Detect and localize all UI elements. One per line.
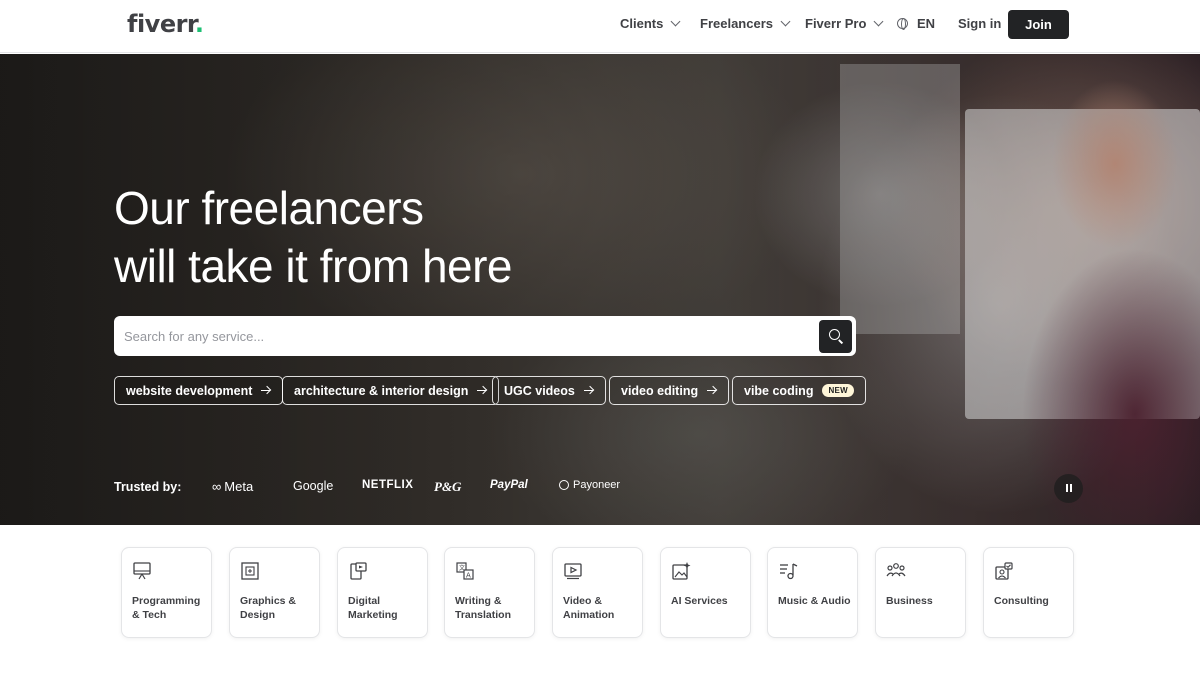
meta-infinity-icon: ∞ (212, 479, 222, 494)
chip-label: video editing (621, 383, 699, 398)
svg-text:文: 文 (459, 564, 465, 572)
search-button[interactable] (819, 320, 852, 353)
category-writing-translation[interactable]: 文 A Writing & Translation (444, 547, 535, 638)
chip-architecture-interior-design[interactable]: architecture & interior design (282, 376, 500, 405)
consulting-icon (995, 562, 1013, 580)
category-label: Video & Animation (563, 595, 615, 621)
nav-freelancers[interactable]: Freelancers (700, 16, 791, 31)
search-input[interactable] (124, 316, 814, 356)
nav-freelancers-label: Freelancers (700, 16, 773, 31)
hero-title: Our freelancers will take it from here (114, 179, 513, 295)
chip-ugc-videos[interactable]: UGC videos (492, 376, 606, 405)
sign-in-label: Sign in (958, 16, 1002, 31)
category-music-audio[interactable]: Music & Audio (767, 547, 858, 638)
category-label: Writing & Translation (455, 595, 512, 621)
category-consulting[interactable]: Consulting (983, 547, 1074, 638)
arrow-right-icon (583, 386, 594, 396)
chip-label: UGC videos (504, 383, 575, 398)
chevron-down-icon (780, 16, 791, 27)
arrow-right-icon (261, 386, 271, 396)
sign-in-link[interactable]: Sign in (958, 16, 1001, 31)
hero-title-line2: will take it from here (114, 240, 513, 292)
chevron-down-icon (670, 16, 681, 27)
trusted-by-label: Trusted by: (114, 480, 182, 494)
nav-fiverr-pro-label: Fiverr Pro (805, 16, 867, 31)
category-graphics-design[interactable]: Graphics & Design (229, 547, 320, 638)
graphics-icon (241, 562, 259, 580)
hero-section: Our freelancers will take it from here w… (0, 54, 1200, 525)
chip-video-editing[interactable]: video editing (609, 376, 730, 405)
top-header: fiverr. Clients Freelancers Fiverr Pro E… (0, 0, 1200, 53)
language-label: EN (917, 16, 936, 31)
pause-video-button[interactable] (1054, 474, 1083, 503)
globe-icon (897, 18, 908, 30)
category-label: Consulting (994, 595, 1049, 607)
new-badge: NEW (822, 384, 855, 397)
business-icon (886, 563, 906, 577)
nav-clients[interactable]: Clients (620, 16, 681, 31)
category-label: Business (886, 595, 933, 607)
category-label: Digital Marketing (348, 595, 398, 621)
brand-paypal: PayPal (490, 479, 528, 491)
chip-label: vibe coding (744, 383, 814, 398)
chevron-down-icon (873, 16, 884, 27)
category-label: Programming & Tech (132, 595, 201, 621)
search-bar (114, 316, 856, 356)
ai-icon (672, 562, 691, 580)
search-icon (829, 329, 840, 340)
category-label: AI Services (671, 595, 728, 607)
brand-google: Google (293, 479, 334, 493)
brand-netflix: NETFLIX (362, 479, 414, 491)
brand-pg: P&G (434, 479, 462, 494)
nav-fiverr-pro[interactable]: Fiverr Pro (805, 16, 884, 31)
category-video-animation[interactable]: Video & Animation (552, 547, 643, 638)
fiverr-logo[interactable]: fiverr. (127, 10, 204, 38)
music-icon (780, 563, 798, 580)
payoneer-ring-icon (559, 480, 569, 490)
chip-label: website development (126, 383, 253, 398)
language-selector[interactable]: EN (897, 16, 935, 31)
category-ai-services[interactable]: AI Services (660, 547, 751, 638)
arrow-right-icon (477, 386, 487, 396)
join-button[interactable]: Join (1008, 10, 1069, 39)
svg-text:A: A (466, 572, 471, 580)
category-digital-marketing[interactable]: Digital Marketing (337, 547, 428, 638)
writing-icon: 文 A (456, 562, 474, 580)
brand-meta: ∞ Meta (212, 479, 254, 494)
nav-clients-label: Clients (620, 16, 664, 31)
chip-label: architecture & interior design (294, 383, 469, 398)
chip-website-development[interactable]: website development (114, 376, 284, 405)
chip-vibe-coding[interactable]: vibe coding NEW (732, 376, 867, 405)
category-programming-tech[interactable]: Programming & Tech (121, 547, 212, 638)
brand-payoneer: Payoneer (559, 479, 620, 491)
hero-title-line1: Our freelancers (114, 182, 424, 234)
video-icon (564, 563, 582, 580)
arrow-right-icon (707, 386, 717, 396)
category-business[interactable]: Business (875, 547, 966, 638)
marketing-icon (350, 562, 367, 580)
category-label: Graphics & Design (240, 595, 297, 621)
category-label: Music & Audio (778, 595, 851, 607)
programming-icon (133, 562, 151, 580)
